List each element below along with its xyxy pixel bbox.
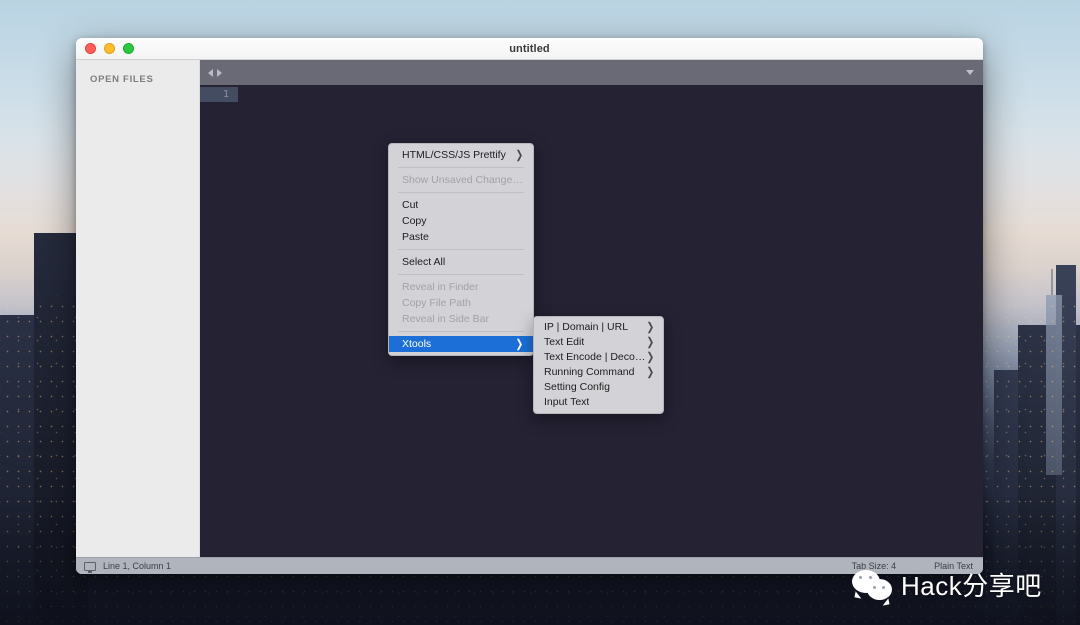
submenu-item-input-text[interactable]: Input Text (534, 395, 663, 410)
menu-item-label: HTML/CSS/JS Prettify (402, 149, 506, 161)
menu-item-label: Cut (402, 199, 419, 211)
submenu-item-ip-domain-url[interactable]: IP | Domain | URL ❯ (534, 320, 663, 335)
cursor-position-label[interactable]: Line 1, Column 1 (103, 561, 171, 571)
menu-item-paste[interactable]: Paste (389, 229, 533, 245)
chevron-right-icon: ❯ (646, 365, 654, 379)
chevron-right-icon: ❯ (515, 337, 523, 350)
menu-separator (398, 249, 524, 250)
menu-item-copy-file-path: Copy File Path (389, 295, 533, 311)
submenu-item-running-command[interactable]: Running Command ❯ (534, 365, 663, 380)
menu-item-label: Copy (402, 215, 427, 227)
status-bar: Line 1, Column 1 Tab Size: 4 Plain Text (76, 557, 983, 574)
menu-item-label: Text Edit (544, 336, 585, 348)
menu-item-label: Paste (402, 231, 429, 243)
chevron-left-icon[interactable] (208, 68, 213, 77)
menu-separator (398, 274, 524, 275)
window-titlebar: untitled (76, 38, 983, 60)
status-right-group: Tab Size: 4 Plain Text (852, 561, 973, 571)
close-button[interactable] (85, 43, 96, 54)
menu-item-select-all[interactable]: Select All (389, 254, 533, 270)
chevron-right-icon: ❯ (646, 320, 654, 334)
menu-separator (398, 192, 524, 193)
menu-item-copy[interactable]: Copy (389, 213, 533, 229)
tab-size-label[interactable]: Tab Size: 4 (852, 561, 897, 571)
tab-strip[interactable] (200, 60, 983, 85)
chevron-right-icon: ❯ (515, 148, 523, 161)
submenu-item-setting-config[interactable]: Setting Config (534, 380, 663, 395)
submenu-item-text-encode-decode[interactable]: Text Encode | Decode ❯ (534, 350, 663, 365)
chevron-right-icon: ❯ (646, 350, 654, 364)
menu-item-label: Setting Config (544, 381, 610, 393)
chevron-down-icon[interactable] (966, 70, 974, 75)
desktop-wallpaper: untitled OPEN FILES 1 Line 1, Column 1 T… (0, 0, 1080, 625)
menu-item-label: Reveal in Finder (402, 281, 479, 293)
chevron-right-icon[interactable] (217, 68, 222, 77)
menu-item-label: Copy File Path (402, 297, 471, 309)
minimize-button[interactable] (104, 43, 115, 54)
sidebar-section-open-files: OPEN FILES (90, 74, 154, 85)
menu-item-label: Xtools (402, 338, 432, 350)
zoom-button[interactable] (123, 43, 134, 54)
menu-item-label: Running Command (544, 366, 635, 378)
menu-item-label: IP | Domain | URL (544, 321, 629, 333)
menu-item-label: Show Unsaved Changes... (402, 174, 523, 186)
traffic-light-group (76, 43, 134, 54)
menu-item-show-unsaved-changes: Show Unsaved Changes... (389, 172, 533, 188)
menu-item-cut[interactable]: Cut (389, 197, 533, 213)
window-title: untitled (509, 42, 550, 55)
sidebar: OPEN FILES (76, 60, 200, 557)
menu-item-reveal-in-side-bar: Reveal in Side Bar (389, 311, 533, 327)
status-left-group: Line 1, Column 1 (84, 561, 171, 573)
line-number: 1 (200, 87, 238, 102)
menu-item-reveal-in-finder: Reveal in Finder (389, 279, 533, 295)
menu-item-label: Input Text (544, 396, 590, 408)
chevron-right-icon: ❯ (646, 335, 654, 349)
context-menu[interactable]: HTML/CSS/JS Prettify ❯ Show Unsaved Chan… (388, 143, 534, 356)
menu-item-label: Reveal in Side Bar (402, 313, 489, 325)
menu-item-prettify[interactable]: HTML/CSS/JS Prettify ❯ (389, 147, 533, 163)
menu-item-xtools[interactable]: Xtools ❯ (389, 336, 533, 352)
menu-separator (398, 331, 524, 332)
tab-nav-group (208, 68, 222, 77)
editor-pane: 1 (200, 60, 983, 557)
menu-item-label: Text Encode | Decode (544, 351, 647, 363)
syntax-mode-label[interactable]: Plain Text (934, 561, 973, 571)
menu-separator (398, 167, 524, 168)
context-submenu-xtools[interactable]: IP | Domain | URL ❯ Text Edit ❯ Text Enc… (533, 316, 664, 414)
monitor-icon (84, 561, 96, 573)
line-number-gutter: 1 (200, 85, 238, 557)
submenu-item-text-edit[interactable]: Text Edit ❯ (534, 335, 663, 350)
menu-item-label: Select All (402, 256, 446, 268)
